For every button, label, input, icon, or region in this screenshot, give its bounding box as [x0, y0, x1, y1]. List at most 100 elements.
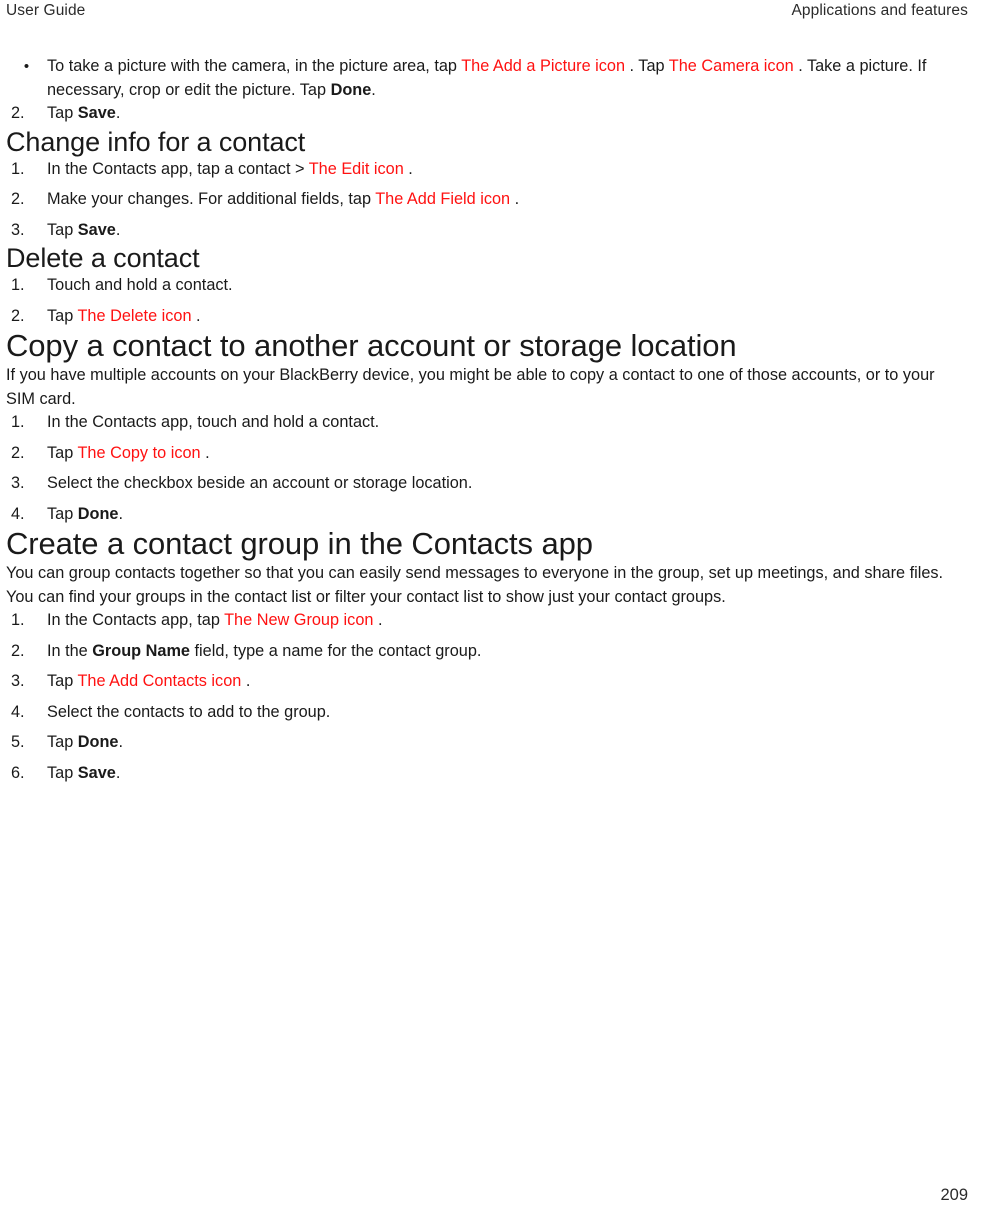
text-run: Tap: [47, 306, 78, 325]
list-item-text: Tap Save.: [47, 219, 968, 243]
list-item-text: In the Group Name field, type a name for…: [47, 640, 968, 664]
list-marker: 6.: [11, 763, 25, 782]
list-item-text: To take a picture with the camera, in th…: [47, 55, 968, 102]
header-right-title: Applications and features: [791, 2, 968, 19]
steps-copy-contact: 1. In the Contacts app, touch and hold a…: [6, 411, 968, 526]
list-item: 5. Tap Done.: [6, 731, 968, 755]
list-marker: 3.: [11, 672, 25, 690]
list-item-text: Tap The Delete icon .: [47, 305, 968, 329]
list-marker: 4.: [11, 504, 25, 523]
text-run: Tap: [47, 733, 78, 751]
emphasis-done: Done: [77, 504, 119, 523]
list-item-text: Tap Done.: [47, 731, 968, 755]
text-run: .: [371, 80, 376, 99]
list-marker: 1.: [11, 611, 25, 629]
text-run: Tap: [47, 443, 78, 462]
list-marker: 3.: [11, 474, 25, 492]
text-run: .: [373, 611, 383, 629]
continued-bullet-list: • To take a picture with the camera, in …: [6, 55, 968, 102]
steps-delete-contact: 1. Touch and hold a contact. 2. Tap The …: [6, 274, 968, 328]
add-field-icon: The Add Field icon: [375, 190, 511, 208]
text-run: .: [115, 220, 121, 239]
section-heading-copy-contact: Copy a contact to another account or sto…: [6, 328, 737, 363]
list-item: 6. Tap Save.: [6, 762, 968, 786]
bullet-marker: •: [23, 58, 30, 75]
document-page: User Guide Applications and features • T…: [0, 0, 982, 1213]
add-contacts-icon: The Add Contacts icon: [77, 672, 242, 690]
list-item: 1. In the Contacts app, touch and hold a…: [6, 411, 968, 435]
text-run: Tap: [47, 220, 78, 239]
add-a-picture-icon: The Add a Picture icon: [461, 57, 626, 75]
text-run: .: [115, 763, 121, 782]
text-run: .: [200, 443, 210, 462]
copy-to-icon: The Copy to icon: [77, 443, 201, 462]
list-marker: 1.: [11, 413, 25, 431]
edit-icon: The Edit icon: [308, 159, 404, 178]
text-run: .: [403, 159, 413, 178]
list-marker: 2.: [11, 190, 25, 208]
list-item: 2. Make your changes. For additional fie…: [6, 188, 968, 212]
list-item-text: Touch and hold a contact.: [47, 276, 233, 294]
delete-icon: The Delete icon: [77, 306, 192, 325]
list-item-text: Tap The Copy to icon .: [47, 442, 968, 466]
list-item: 2. Tap The Delete icon .: [6, 305, 968, 329]
section-heading-create-group: Create a contact group in the Contacts a…: [6, 526, 593, 561]
text-run: .: [115, 104, 121, 122]
list-item: 3. Tap Save.: [6, 219, 968, 243]
list-marker: 1.: [11, 276, 25, 294]
list-item-text: Select the contacts to add to the group.: [47, 702, 331, 721]
list-marker: 2.: [11, 104, 25, 122]
emphasis-save: Save: [77, 104, 116, 122]
text-run: Tap: [47, 504, 78, 523]
section-paragraph-copy-contact: If you have multiple accounts on your Bl…: [6, 366, 935, 408]
section-paragraph-create-group: You can group contacts together so that …: [6, 564, 944, 606]
list-item-text: Make your changes. For additional fields…: [47, 188, 968, 212]
emphasis-group-name: Group Name: [92, 641, 190, 660]
list-item: 2. In the Group Name field, type a name …: [6, 640, 968, 664]
list-item: 1. Touch and hold a contact.: [6, 274, 968, 298]
list-marker: 3.: [11, 220, 25, 239]
document-content: • To take a picture with the camera, in …: [6, 55, 968, 785]
list-item-text: Tap The Add Contacts icon .: [47, 670, 968, 694]
list-item-text: Tap Save.: [47, 762, 968, 786]
steps-change-info: 1. In the Contacts app, tap a contact > …: [6, 158, 968, 243]
list-item-text: Tap Done.: [47, 503, 968, 527]
list-item: 2. Tap Save.: [6, 102, 968, 126]
text-run: .: [118, 733, 124, 751]
section-heading-delete-contact: Delete a contact: [6, 243, 200, 273]
text-run: Tap: [47, 763, 78, 782]
list-marker: 2.: [11, 443, 25, 462]
text-run: To take a picture with the camera, in th…: [47, 57, 462, 75]
emphasis-save: Save: [77, 220, 116, 239]
list-item-text: Tap Save.: [47, 102, 968, 126]
continued-numbered-list: 2. Tap Save.: [6, 102, 968, 126]
list-marker: 2.: [11, 641, 25, 660]
emphasis-done: Done: [330, 80, 372, 99]
list-item: 2. Tap The Copy to icon .: [6, 442, 968, 466]
section-heading-change-info: Change info for a contact: [6, 126, 306, 157]
list-item: • To take a picture with the camera, in …: [6, 55, 968, 102]
text-run: .: [191, 306, 201, 325]
emphasis-save: Save: [77, 763, 116, 782]
text-run: .: [241, 672, 251, 690]
text-run: . Tap: [625, 57, 669, 75]
list-item-text: In the Contacts app, tap The New Group i…: [47, 609, 968, 633]
list-item: 1. In the Contacts app, tap a contact > …: [6, 158, 968, 182]
list-marker: 4.: [11, 702, 25, 721]
list-item: 3. Select the checkbox beside an account…: [6, 472, 968, 496]
text-run: Tap: [47, 672, 78, 690]
list-item: 4. Tap Done.: [6, 503, 968, 527]
text-run: In the Contacts app, tap: [47, 611, 225, 629]
new-group-icon: The New Group icon: [224, 611, 374, 629]
list-item-text: Select the checkbox beside an account or…: [47, 474, 473, 492]
text-run: .: [510, 190, 520, 208]
page-number: 209: [940, 1186, 968, 1204]
list-item: 3. Tap The Add Contacts icon .: [6, 670, 968, 694]
text-run: In the: [47, 641, 93, 660]
list-item-text: In the Contacts app, touch and hold a co…: [47, 413, 380, 431]
list-marker: 1.: [11, 159, 25, 178]
list-item-text: In the Contacts app, tap a contact > The…: [47, 158, 968, 182]
steps-create-group: 1. In the Contacts app, tap The New Grou…: [6, 609, 968, 785]
list-marker: 5.: [11, 733, 25, 751]
running-header: User Guide Applications and features: [6, 0, 968, 20]
